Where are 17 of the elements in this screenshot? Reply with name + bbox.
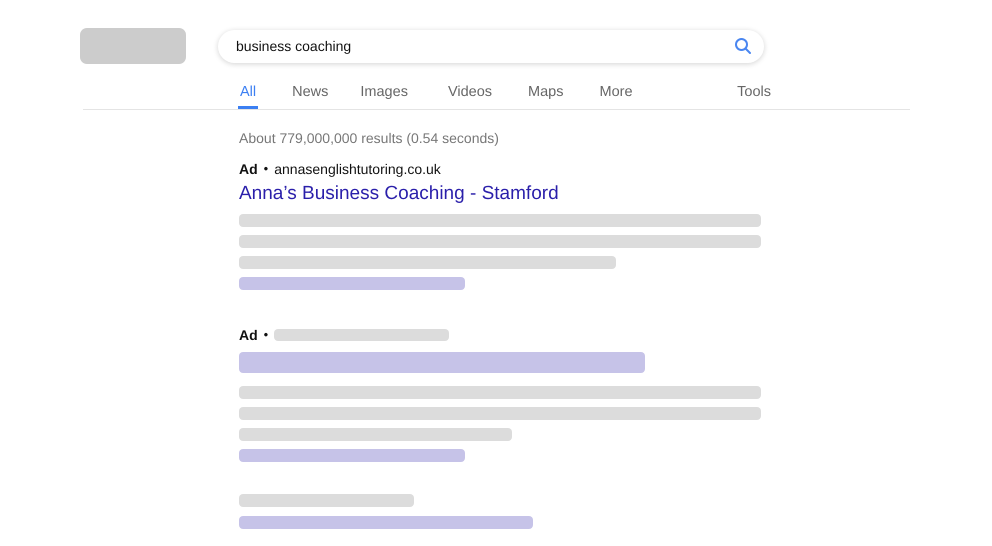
search-query: business coaching: [236, 38, 352, 54]
search-tab[interactable]: Maps: [526, 81, 566, 109]
search-field[interactable]: business coaching: [218, 30, 764, 62]
search-tab[interactable]: Videos: [446, 81, 494, 109]
search-icon[interactable]: [734, 37, 752, 55]
search-tab[interactable]: All: [238, 81, 258, 109]
tools-tab[interactable]: Tools: [735, 81, 773, 109]
search-tab[interactable]: More: [598, 81, 635, 109]
ad-label: Ad: [239, 326, 258, 342]
ad-label: Ad: [239, 160, 258, 176]
result-url[interactable]: annasenglishtutoring.co.uk: [274, 160, 441, 176]
result-title-link[interactable]: Anna’s Business Coaching - Stamford: [239, 183, 992, 205]
separator-dot: •: [264, 327, 268, 342]
search-tab[interactable]: Images: [358, 81, 410, 109]
search-tab[interactable]: News: [290, 81, 330, 109]
separator-dot: •: [264, 161, 268, 176]
result-stats: About 779,000,000 results (0.54 seconds): [239, 130, 500, 146]
